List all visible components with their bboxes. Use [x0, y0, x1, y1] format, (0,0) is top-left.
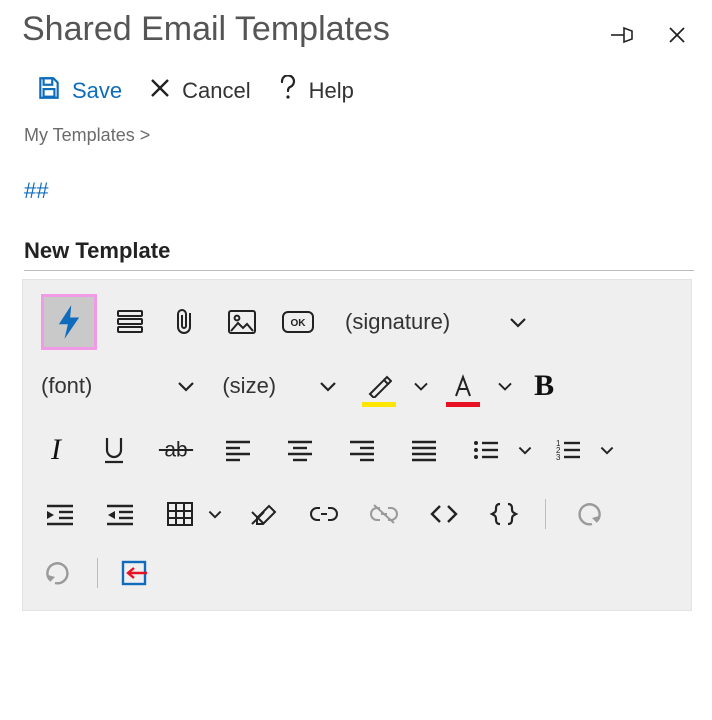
window-controls	[604, 16, 696, 54]
chevron-down-icon[interactable]	[496, 380, 514, 392]
chevron-down-icon[interactable]	[599, 444, 615, 456]
pane-root: Shared Email Templates	[0, 0, 712, 720]
italic-button[interactable]: I	[41, 433, 71, 467]
redo-button	[41, 554, 79, 592]
clear-format-button[interactable]	[245, 495, 283, 533]
size-label: (size)	[222, 373, 276, 399]
font-label: (font)	[41, 373, 92, 399]
table-button[interactable]	[161, 495, 199, 533]
unlink-button	[365, 495, 403, 533]
chevron-down-icon[interactable]	[412, 380, 430, 392]
svg-text:3: 3	[556, 453, 561, 462]
cancel-label: Cancel	[182, 78, 250, 104]
editor-toolbar: OK (signature) (font) (size)	[22, 279, 692, 611]
svg-text:OK: OK	[291, 318, 307, 329]
close-icon[interactable]	[658, 16, 696, 54]
save-label: Save	[72, 78, 122, 104]
signature-dropdown[interactable]: (signature)	[345, 309, 450, 335]
help-icon	[277, 75, 299, 107]
underline-button[interactable]	[95, 431, 133, 469]
chevron-down-icon[interactable]	[517, 444, 533, 456]
title-bar: Shared Email Templates	[22, 8, 696, 57]
separator	[545, 499, 546, 529]
toolbar-row-4	[41, 482, 687, 546]
chevron-down-icon[interactable]	[508, 315, 528, 329]
link-button[interactable]	[305, 495, 343, 533]
separator	[97, 558, 98, 588]
toolbar-row-1: OK (signature)	[41, 290, 687, 354]
highlight-color-button[interactable]	[360, 367, 398, 405]
attach-icon[interactable]	[167, 303, 205, 341]
template-name-field[interactable]: New Template	[24, 238, 694, 271]
outdent-button[interactable]	[101, 495, 139, 533]
toolbar-row-5	[41, 546, 687, 600]
align-justify-button[interactable]	[405, 431, 443, 469]
pin-icon[interactable]	[604, 16, 642, 54]
html-source-button[interactable]	[425, 495, 463, 533]
save-icon	[36, 75, 62, 107]
align-center-button[interactable]	[281, 431, 319, 469]
pane-title: Shared Email Templates	[22, 10, 390, 49]
help-button[interactable]: Help	[277, 75, 354, 107]
bullet-list-button[interactable]	[467, 431, 505, 469]
cancel-button[interactable]: Cancel	[148, 76, 250, 106]
align-left-button[interactable]	[219, 431, 257, 469]
save-button[interactable]: Save	[36, 75, 122, 107]
chevron-down-icon[interactable]	[176, 379, 196, 393]
cancel-icon	[148, 76, 172, 106]
chevron-down-icon[interactable]	[318, 379, 338, 393]
ok-button-icon[interactable]: OK	[279, 303, 317, 341]
action-bar: Save Cancel Help	[36, 75, 696, 107]
numbered-list-button[interactable]: 1 2 3	[549, 431, 587, 469]
code-braces-button[interactable]	[485, 495, 523, 533]
import-button[interactable]	[116, 554, 154, 592]
insert-macro-button[interactable]	[41, 294, 97, 350]
font-color-button[interactable]	[444, 367, 482, 405]
insert-dataset-icon[interactable]	[111, 303, 149, 341]
toolbar-row-3: I ab	[41, 418, 687, 482]
indent-button[interactable]	[41, 495, 79, 533]
breadcrumb[interactable]: My Templates >	[24, 125, 696, 146]
help-label: Help	[309, 78, 354, 104]
undo-button	[568, 495, 606, 533]
bold-button[interactable]: B	[534, 369, 554, 403]
align-right-button[interactable]	[343, 431, 381, 469]
signature-label: (signature)	[345, 309, 450, 335]
font-dropdown[interactable]: (font)	[41, 373, 92, 399]
strikethrough-button[interactable]: ab	[157, 431, 195, 469]
toolbar-row-2: (font) (size)	[41, 354, 687, 418]
shortcut-indicator[interactable]: ##	[24, 178, 696, 204]
chevron-down-icon[interactable]	[207, 508, 223, 520]
size-dropdown[interactable]: (size)	[222, 373, 276, 399]
insert-image-icon[interactable]	[223, 303, 261, 341]
